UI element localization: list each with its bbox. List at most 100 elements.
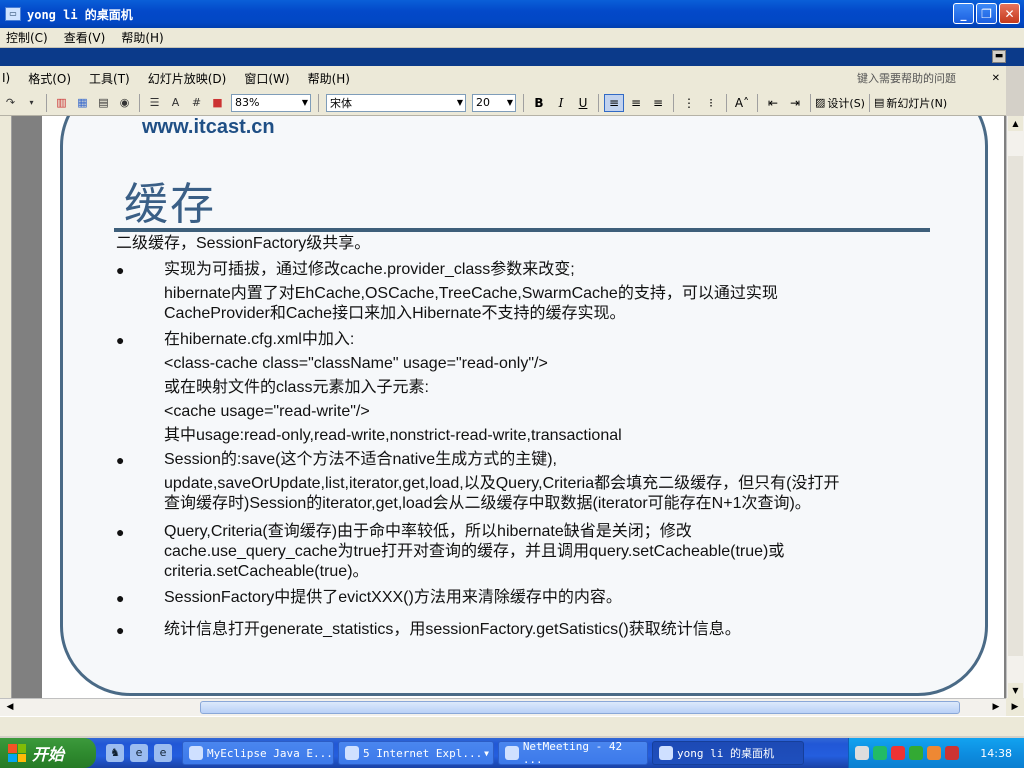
table-icon[interactable]: ▦ — [74, 95, 91, 111]
bullet: ● — [116, 622, 125, 638]
scroll-right-icon[interactable]: ▶ — [1006, 698, 1024, 716]
align-center-icon[interactable]: ≡ — [626, 94, 646, 112]
chevron-down-icon: ▼ — [484, 748, 489, 758]
ie-icon[interactable]: e — [154, 744, 172, 762]
italic-button[interactable]: I — [551, 94, 571, 112]
task-label: 5 Internet Expl... — [363, 746, 483, 760]
font-size-select[interactable]: 20 ▼ — [472, 93, 516, 112]
slide-editing-pane: www.itcast.cn 缓存 二级缓存，SessionFactory级共享。… — [0, 116, 1006, 698]
toolbar-separator — [726, 93, 727, 112]
bullet-text: criteria.setCacheable(true)。 — [164, 563, 369, 580]
increase-indent-icon[interactable]: ⇥ — [785, 94, 805, 112]
chevron-down-icon: ▼ — [456, 98, 463, 107]
keyboard-icon[interactable] — [855, 746, 869, 760]
zoom-select[interactable]: 83% ▼ — [231, 93, 311, 112]
new-slide-button[interactable]: ▤ 新幻灯片(N) — [874, 95, 947, 111]
ppt-menu-tools[interactable]: 工具(T) — [89, 70, 130, 87]
toolbar-separator — [318, 93, 319, 112]
toolbar-separator — [46, 93, 47, 112]
align-right-icon[interactable]: ≡ — [648, 94, 668, 112]
bold-button[interactable]: B — [529, 94, 549, 112]
clipart-icon[interactable]: ◉ — [116, 95, 133, 111]
design-label: 设计(S) — [827, 96, 865, 110]
slide-canvas[interactable]: www.itcast.cn 缓存 二级缓存，SessionFactory级共享。… — [42, 116, 1004, 698]
increase-font-icon[interactable]: A˄ — [732, 94, 752, 112]
start-label: 开始 — [32, 745, 65, 764]
ie-icon[interactable]: e — [130, 744, 148, 762]
close-button[interactable]: ✕ — [999, 3, 1020, 24]
vertical-ruler — [0, 116, 12, 698]
menu-help[interactable]: 帮助(H) — [121, 29, 163, 46]
task-label: yong li 的桌面机 — [677, 747, 774, 760]
bullet: ● — [116, 590, 125, 606]
bullet-text: hibernate内置了对EhCache,OSCache,TreeCache,S… — [164, 285, 778, 302]
quick-launch-icon[interactable]: ♞ — [106, 744, 124, 762]
window-titlebar: ▭ yong li 的桌面机 _ ❐ ✕ — [0, 0, 1024, 28]
maximize-button[interactable]: ❐ — [976, 3, 997, 24]
chart-icon[interactable]: ▥ — [53, 95, 70, 111]
chevron-down-icon: ▼ — [506, 98, 513, 107]
tray-app-icon[interactable] — [909, 746, 923, 760]
align-left-icon[interactable]: ≡ — [604, 93, 624, 112]
vertical-scrollbar[interactable]: ▲ ▼ — [1006, 116, 1024, 698]
ie-icon — [345, 746, 359, 760]
menu-control[interactable]: 控制(C) — [6, 29, 48, 46]
design-button[interactable]: ▨ 设计(S) — [815, 95, 865, 111]
task-label: MyEclipse Java E... — [207, 746, 333, 760]
scroll-up-icon[interactable]: ▲ — [1008, 116, 1023, 131]
font-size-value: 20 — [476, 96, 490, 109]
decrease-indent-icon[interactable]: ⇤ — [763, 94, 783, 112]
numbering-icon[interactable]: ⋮ — [679, 94, 699, 112]
color-grayscale-icon[interactable]: ■ — [209, 95, 226, 111]
system-tray: 14:38 — [848, 738, 1024, 768]
redo-icon[interactable]: ↷ — [2, 95, 19, 111]
ppt-menu-window[interactable]: 窗口(W) — [244, 70, 289, 87]
remote-desktop-background — [0, 48, 1024, 66]
underline-button[interactable]: U — [573, 94, 593, 112]
tray-app-icon[interactable] — [873, 746, 887, 760]
task-remote-desktop[interactable]: yong li 的桌面机 — [652, 741, 804, 765]
scroll-down-icon[interactable]: ▼ — [1008, 683, 1023, 698]
menu-view[interactable]: 查看(V) — [64, 29, 106, 46]
help-question-input[interactable]: 键入需要帮助的问题 — [857, 70, 956, 86]
chevron-down-icon[interactable]: ▾ — [23, 95, 40, 111]
task-netmeeting[interactable]: NetMeeting - 42 ... — [498, 740, 648, 766]
bullet-text: 在hibernate.cfg.xml中加入: — [164, 331, 355, 348]
taskbar: 开始 ♞ e e MyEclipse Java E... 5 Internet … — [0, 738, 1024, 768]
task-label: NetMeeting - 42 ... — [522, 740, 623, 766]
ppt-menu-insert[interactable]: I) — [2, 71, 10, 85]
scroll-left-icon[interactable]: ◀ — [2, 700, 18, 715]
vertical-scroll-thumb[interactable] — [1008, 156, 1023, 656]
start-button[interactable]: 开始 — [0, 738, 96, 768]
tray-app-icon[interactable] — [891, 746, 905, 760]
close-icon[interactable]: ✕ — [992, 73, 1000, 84]
formatting-icon[interactable]: A — [167, 95, 184, 111]
font-select[interactable]: 宋体 ▼ — [326, 93, 466, 112]
chevron-down-icon: ▼ — [301, 98, 308, 107]
tray-app-icon[interactable] — [927, 746, 941, 760]
bullets-icon[interactable]: ⁝ — [701, 94, 721, 112]
horizontal-scroll-thumb[interactable] — [200, 701, 960, 714]
grid-icon[interactable]: # — [188, 95, 205, 111]
bullet-text: Session的:save(这个方法不适合native生成方式的主键), — [164, 451, 557, 468]
bullet-text: SessionFactory中提供了evictXXX()方法用来清除缓存中的内容… — [164, 589, 622, 606]
ppt-menu-format[interactable]: 格式(O) — [28, 70, 71, 87]
tables-borders-icon[interactable]: ▤ — [95, 95, 112, 111]
title-divider — [114, 228, 930, 232]
scroll-right-icon[interactable]: ▶ — [988, 700, 1004, 715]
task-internet-explorer[interactable]: 5 Internet Expl... ▼ — [338, 741, 494, 765]
minimize-ppt-icon[interactable]: ▬ — [992, 50, 1006, 63]
status-bar — [0, 716, 1024, 736]
bullet-text: <cache usage="read-write"/> — [164, 403, 370, 420]
ppt-menu-help[interactable]: 帮助(H) — [308, 70, 350, 87]
new-slide-icon: ▤ — [873, 96, 885, 109]
expand-all-icon[interactable]: ☰ — [146, 95, 163, 111]
horizontal-scrollbar[interactable]: ◀ ▶ — [0, 698, 1006, 716]
slide-title: 缓存 — [124, 179, 216, 230]
tray-app-icon[interactable] — [945, 746, 959, 760]
slide-body[interactable]: 二级缓存，SessionFactory级共享。 ● 实现为可插拔，通过修改cac… — [116, 234, 976, 640]
ppt-menu-slideshow[interactable]: 幻灯片放映(D) — [148, 70, 227, 87]
minimize-button[interactable]: _ — [953, 3, 974, 24]
task-myeclipse[interactable]: MyEclipse Java E... — [182, 741, 334, 765]
bullet: ● — [116, 524, 125, 540]
